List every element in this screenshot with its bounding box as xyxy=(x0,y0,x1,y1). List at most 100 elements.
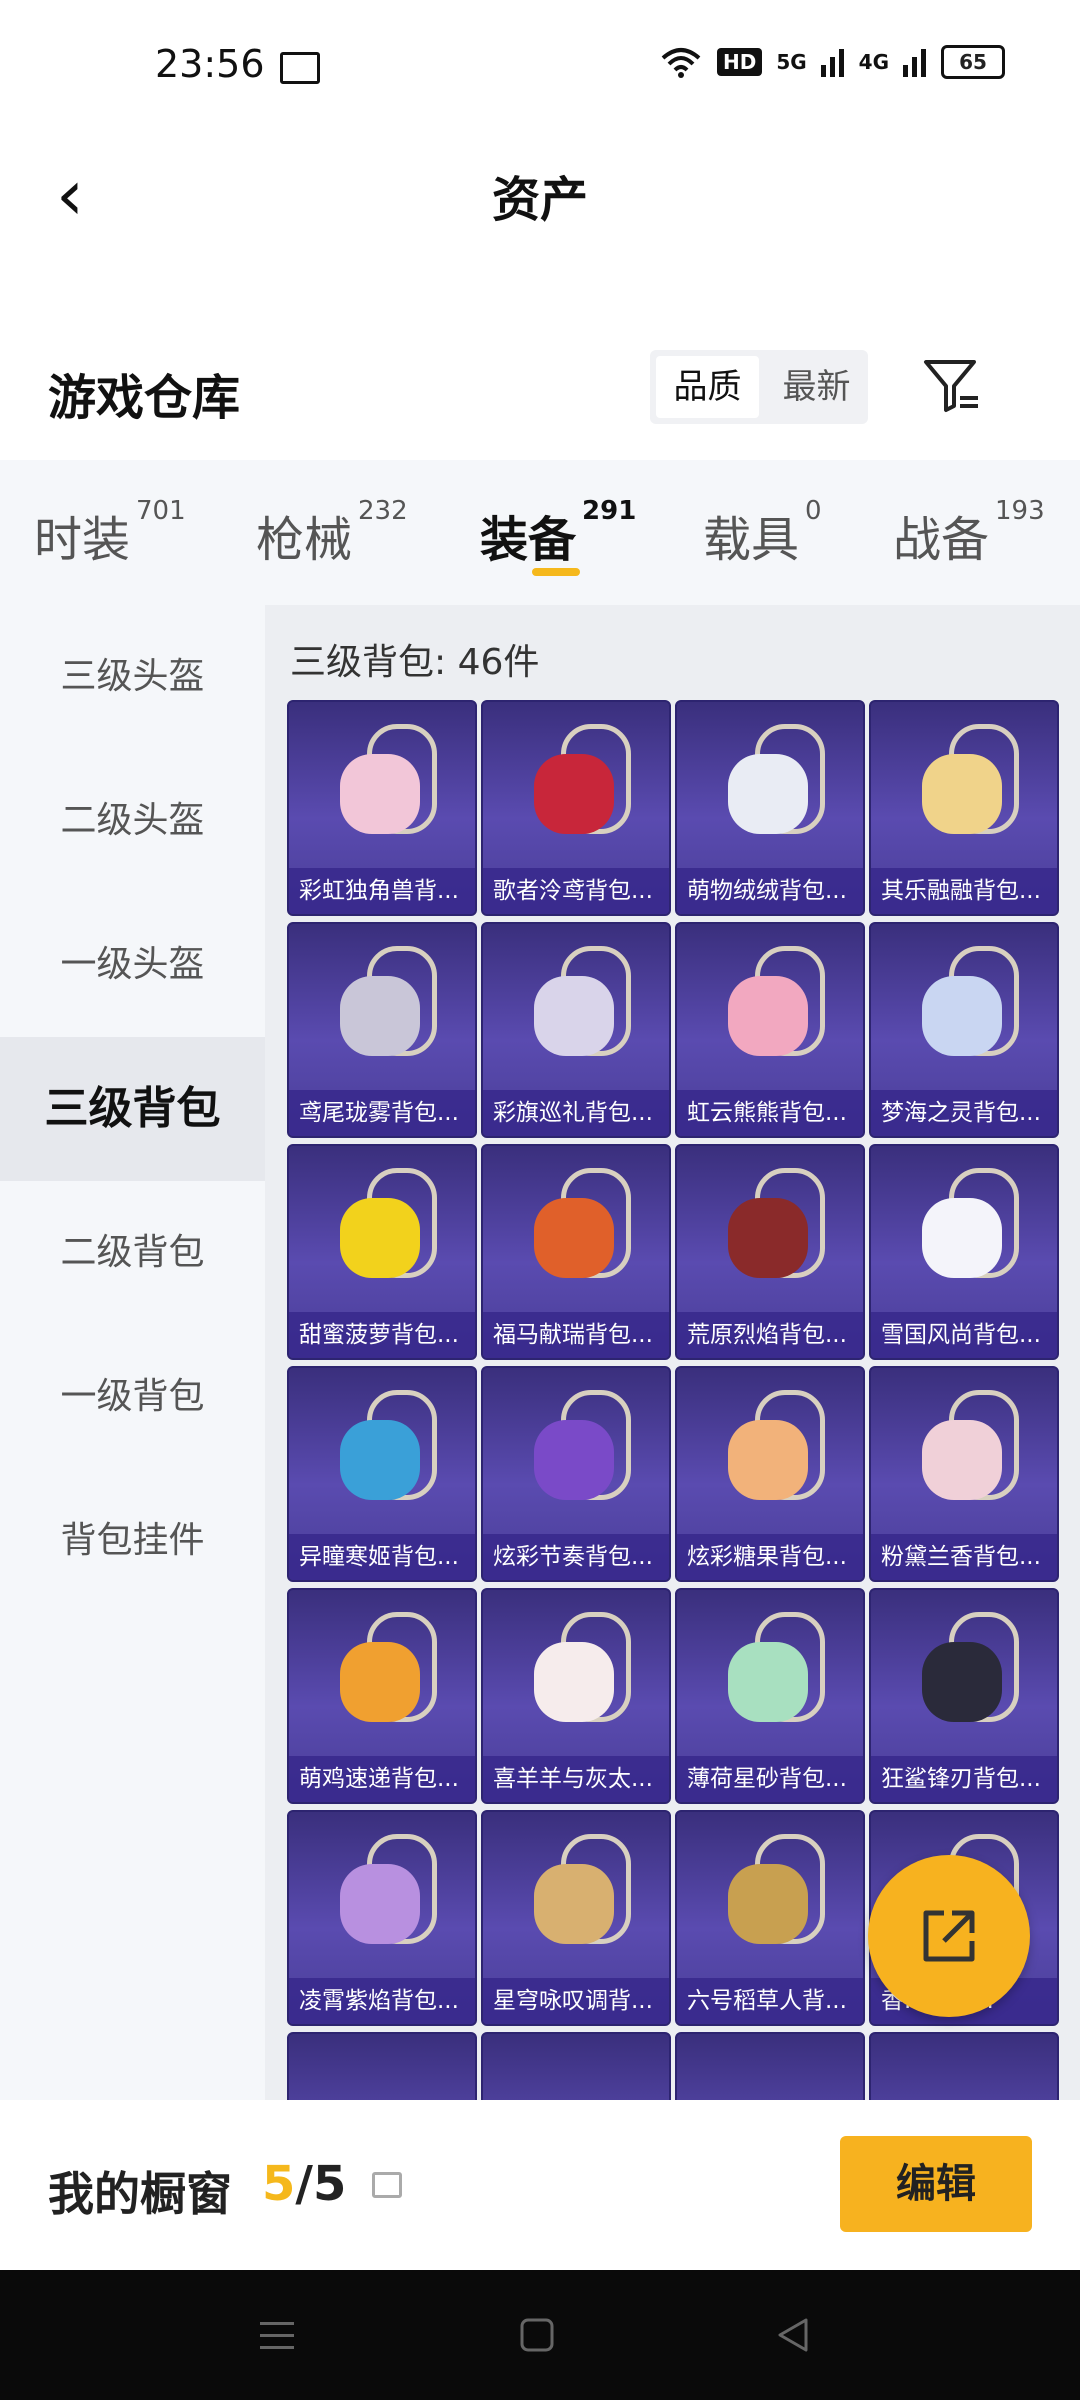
active-tab-indicator xyxy=(532,568,580,576)
tab-vehicles[interactable]: 载具0 xyxy=(703,496,822,570)
hd-badge: HD xyxy=(716,48,763,76)
sort-newest-option[interactable]: 最新 xyxy=(765,350,868,424)
backpack-image xyxy=(526,1390,631,1510)
item-card[interactable]: 薄荷星砂背包... xyxy=(675,1588,865,1804)
edit-button[interactable]: 编辑 xyxy=(840,2136,1032,2232)
backpack-body xyxy=(340,976,420,1056)
item-card[interactable]: 星穹咏叹调背... xyxy=(481,1810,671,2026)
tab-label: 时装 xyxy=(34,512,131,568)
item-card[interactable]: 狂鲨锋刃背包... xyxy=(869,1588,1059,1804)
tab-count: 193 xyxy=(995,496,1045,526)
share-button[interactable] xyxy=(868,1855,1030,2017)
item-card[interactable] xyxy=(481,2032,671,2100)
lock-icon xyxy=(372,2172,402,2198)
sidebar-item-backpack-2[interactable]: 二级背包 xyxy=(0,1181,265,1325)
tab-equipment[interactable]: 装备291 xyxy=(480,496,636,570)
warehouse-title: 游戏仓库 xyxy=(48,370,241,426)
backpack-image xyxy=(914,1612,1019,1732)
backpack-image xyxy=(720,1834,825,1954)
sidebar-item-helmet-1[interactable]: 一级头盔 xyxy=(0,893,265,1037)
item-card[interactable]: 六号稻草人背... xyxy=(675,1810,865,2026)
tab-guns[interactable]: 枪械232 xyxy=(256,496,408,570)
subcategory-sidebar: 三级头盔 二级头盔 一级头盔 三级背包 二级背包 一级背包 背包挂件 xyxy=(0,605,265,2100)
backpack-body xyxy=(728,1864,808,1944)
page-title: 资产 xyxy=(491,172,588,228)
item-card[interactable]: 凌霄紫焰背包... xyxy=(287,1810,477,2026)
sidebar-item-backpack-3[interactable]: 三级背包 xyxy=(0,1037,265,1181)
item-name: 异瞳寒姬背包... xyxy=(289,1534,475,1580)
item-card[interactable]: 炫彩节奏背包... xyxy=(481,1366,671,1582)
home-icon[interactable] xyxy=(514,2312,560,2358)
backpack-image xyxy=(720,1612,825,1732)
mail-notification-icon xyxy=(280,52,320,84)
tab-fashion[interactable]: 时装701 xyxy=(34,496,186,570)
item-card[interactable]: 彩旗巡礼背包... xyxy=(481,922,671,1138)
backpack-body xyxy=(534,1864,614,1944)
item-name: 彩虹独角兽背... xyxy=(289,868,475,914)
backpack-image xyxy=(332,1834,437,1954)
sidebar-item-helmet-2[interactable]: 二级头盔 xyxy=(0,749,265,893)
item-card[interactable]: 梦海之灵背包... xyxy=(869,922,1059,1138)
tab-count: 232 xyxy=(358,496,408,526)
backpack-image xyxy=(914,946,1019,1066)
tab-count: 291 xyxy=(582,496,637,526)
backpack-image xyxy=(526,724,631,844)
backpack-image xyxy=(720,1168,825,1288)
item-card[interactable]: 其乐融融背包... xyxy=(869,700,1059,916)
item-card[interactable]: 异瞳寒姬背包... xyxy=(287,1366,477,1582)
backpack-body xyxy=(534,1198,614,1278)
menu-icon[interactable] xyxy=(254,2312,300,2358)
backpack-body xyxy=(534,754,614,834)
backpack-body xyxy=(340,754,420,834)
item-name: 虹云熊熊背包... xyxy=(677,1090,863,1136)
item-card[interactable]: 粉黛兰香背包... xyxy=(869,1366,1059,1582)
item-name: 鸢尾珑雾背包... xyxy=(289,1090,475,1136)
item-name: 其乐融融背包... xyxy=(871,868,1057,914)
item-name: 甜蜜菠萝背包... xyxy=(289,1312,475,1358)
tab-label: 载具 xyxy=(703,512,800,568)
item-name: 炫彩节奏背包... xyxy=(483,1534,669,1580)
item-name: 歌者泠鸢背包... xyxy=(483,868,669,914)
item-card[interactable]: 萌物绒绒背包... xyxy=(675,700,865,916)
tab-combat-gear[interactable]: 战备193 xyxy=(893,496,1045,570)
backpack-image xyxy=(332,724,437,844)
item-card[interactable]: 福马献瑞背包... xyxy=(481,1144,671,1360)
item-card[interactable] xyxy=(287,2032,477,2100)
top-header: ‹ 资产 xyxy=(0,130,1080,260)
signal-bars-icon xyxy=(820,49,844,77)
item-card[interactable]: 荒原烈焰背包... xyxy=(675,1144,865,1360)
backpack-body xyxy=(340,1420,420,1500)
item-card[interactable]: 喜羊羊与灰太... xyxy=(481,1588,671,1804)
filter-icon[interactable] xyxy=(920,354,984,418)
item-card[interactable] xyxy=(869,2032,1059,2100)
backpack-image xyxy=(526,946,631,1066)
backpack-image xyxy=(526,1168,631,1288)
item-card[interactable]: 甜蜜菠萝背包... xyxy=(287,1144,477,1360)
backpack-body xyxy=(534,976,614,1056)
item-card[interactable]: 彩虹独角兽背... xyxy=(287,700,477,916)
sidebar-item-backpack-1[interactable]: 一级背包 xyxy=(0,1325,265,1469)
backpack-body xyxy=(728,1642,808,1722)
backpack-body xyxy=(534,1420,614,1500)
item-card[interactable]: 歌者泠鸢背包... xyxy=(481,700,671,916)
item-name: 薄荷星砂背包... xyxy=(677,1756,863,1802)
item-card[interactable]: 鸢尾珑雾背包... xyxy=(287,922,477,1138)
status-time: 23:56 xyxy=(155,42,265,86)
sort-quality-option[interactable]: 品质 xyxy=(656,356,759,418)
item-card[interactable]: 虹云熊熊背包... xyxy=(675,922,865,1138)
item-card[interactable] xyxy=(675,2032,865,2100)
item-card[interactable]: 萌鸡速递背包... xyxy=(287,1588,477,1804)
item-name: 炫彩糖果背包... xyxy=(677,1534,863,1580)
sidebar-item-backpack-charm[interactable]: 背包挂件 xyxy=(0,1469,265,1613)
item-card[interactable]: 炫彩糖果背包... xyxy=(675,1366,865,1582)
warehouse-header: 游戏仓库 品质 最新 xyxy=(0,340,1080,460)
back-nav-icon[interactable] xyxy=(770,2312,816,2358)
tab-label: 战备 xyxy=(893,512,990,568)
sidebar-item-helmet-3[interactable]: 三级头盔 xyxy=(0,605,265,749)
system-nav-bar xyxy=(0,2270,1080,2400)
item-card[interactable]: 雪国风尚背包... xyxy=(869,1144,1059,1360)
signal-bars-icon xyxy=(903,49,926,77)
showcase-current: 5 xyxy=(262,2156,296,2212)
item-name: 雪国风尚背包... xyxy=(871,1312,1057,1358)
item-name: 梦海之灵背包... xyxy=(871,1090,1057,1136)
